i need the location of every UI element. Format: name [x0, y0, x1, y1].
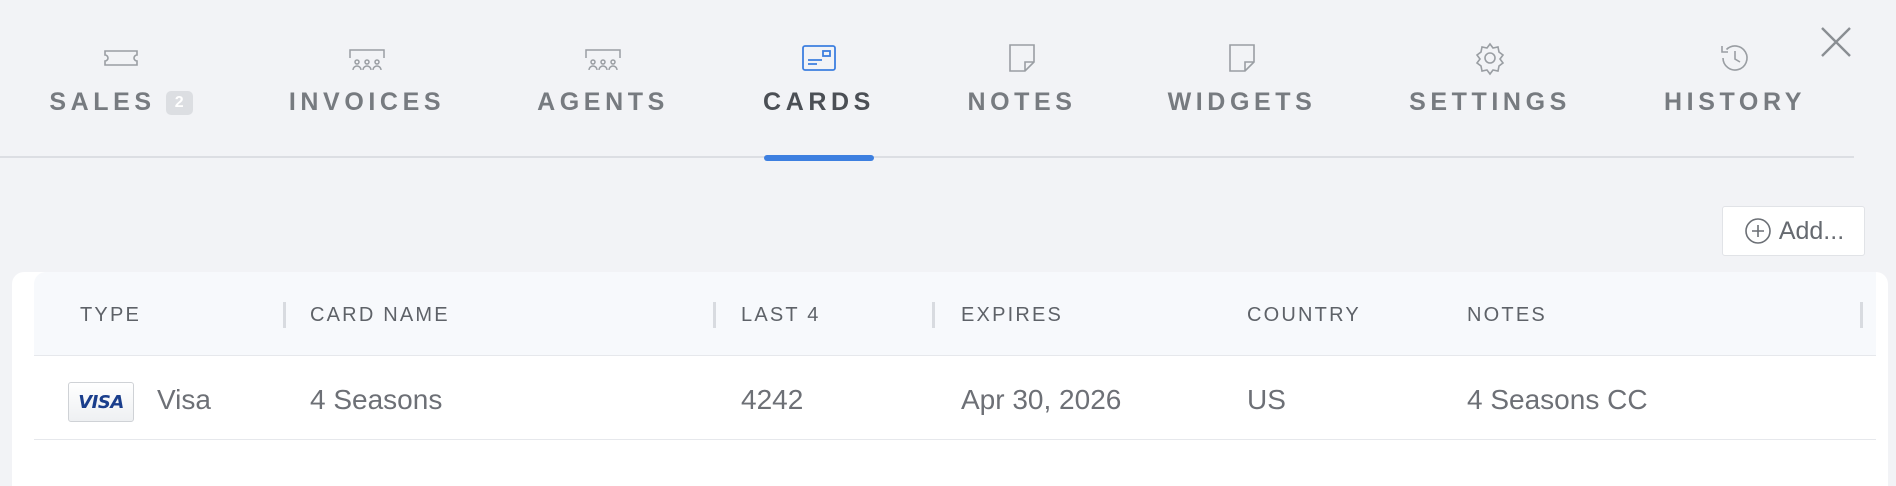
- tab-label: SETTINGS: [1409, 88, 1571, 116]
- table-header: TYPE CARD NAME LAST 4 EXPIRES COUNTRY NO…: [34, 272, 1876, 356]
- active-tab-indicator: [764, 155, 874, 161]
- sticky-note-icon: [1002, 38, 1042, 78]
- tab-label: INVOICES: [288, 88, 446, 116]
- count-badge: 2: [165, 90, 193, 115]
- tab-invoices[interactable]: INVOICES: [288, 38, 446, 158]
- column-resize-handle[interactable]: [1860, 302, 1863, 328]
- column-header-country[interactable]: COUNTRY: [1247, 304, 1361, 327]
- cards-panel: SALES 2 INVOICES AGENTS CARDS NOTES WIDG…: [0, 0, 1896, 486]
- card-name: 4 Seasons: [310, 384, 443, 415]
- column-resize-handle[interactable]: [932, 302, 935, 328]
- card-type: Visa: [157, 384, 211, 415]
- tab-settings[interactable]: SETTINGS: [1409, 38, 1571, 158]
- tab-cards[interactable]: CARDS: [763, 38, 875, 161]
- theater-seats-icon: [583, 38, 623, 78]
- credit-card-icon: [799, 38, 839, 78]
- column-header-last4[interactable]: LAST 4: [741, 304, 821, 327]
- column-resize-handle[interactable]: [283, 302, 286, 328]
- tab-label: CARDS: [763, 88, 875, 116]
- column-header-notes[interactable]: NOTES: [1467, 304, 1547, 327]
- cards-table: TYPE CARD NAME LAST 4 EXPIRES COUNTRY NO…: [12, 272, 1888, 486]
- plus-circle-icon: [1745, 218, 1771, 244]
- card-notes: 4 Seasons CC: [1467, 384, 1648, 415]
- tab-bar: SALES 2 INVOICES AGENTS CARDS NOTES WIDG…: [0, 0, 1854, 161]
- gear-icon: [1470, 38, 1510, 78]
- close-icon: [1821, 27, 1851, 57]
- column-header-expires[interactable]: EXPIRES: [961, 304, 1063, 327]
- tab-label: AGENTS: [537, 88, 669, 116]
- add-card-button[interactable]: Add...: [1722, 206, 1865, 256]
- visa-logo-icon: VISA: [68, 382, 134, 422]
- tab-widgets[interactable]: WIDGETS: [1168, 38, 1312, 158]
- card-expires: Apr 30, 2026: [961, 384, 1122, 415]
- theater-seats-icon: [347, 38, 387, 78]
- tab-label: SALES: [49, 88, 156, 116]
- tab-notes[interactable]: NOTES: [967, 38, 1077, 158]
- column-header-card-name[interactable]: CARD NAME: [310, 304, 450, 327]
- column-header-type[interactable]: TYPE: [80, 304, 141, 327]
- sticky-note-icon: [1222, 38, 1262, 78]
- table-row[interactable]: Visa 4 Seasons 4242 Apr 30, 2026 US 4 Se…: [34, 356, 1876, 440]
- tab-agents[interactable]: AGENTS: [537, 38, 669, 158]
- add-button-label: Add...: [1778, 216, 1845, 245]
- tab-sales[interactable]: SALES 2: [48, 38, 194, 158]
- column-resize-handle[interactable]: [713, 302, 716, 328]
- tab-history[interactable]: HISTORY: [1664, 38, 1806, 158]
- ticket-icon: [101, 38, 141, 78]
- card-last4: 4242: [741, 384, 804, 415]
- card-country: US: [1247, 384, 1286, 415]
- tab-label: WIDGETS: [1167, 88, 1317, 116]
- tab-label: HISTORY: [1664, 88, 1806, 116]
- tab-label: NOTES: [967, 88, 1077, 116]
- history-icon: [1715, 38, 1755, 78]
- close-button[interactable]: [1818, 24, 1854, 60]
